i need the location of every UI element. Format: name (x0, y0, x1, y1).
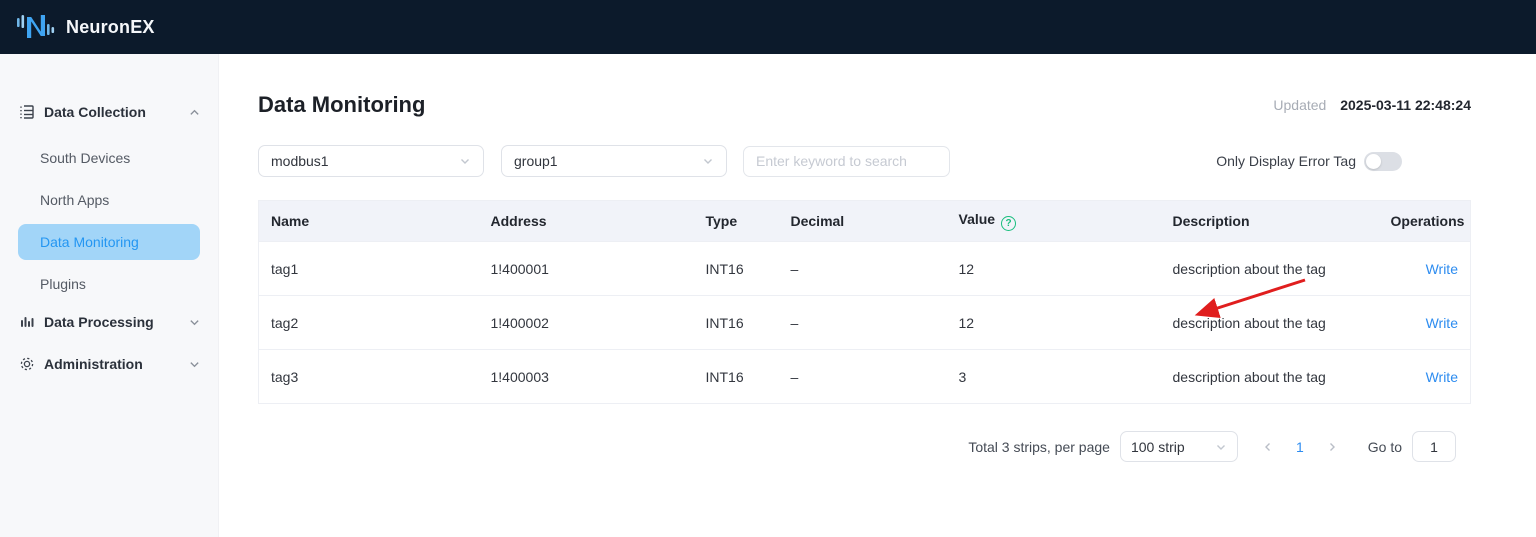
tag-type: INT16 (694, 350, 779, 404)
page-size-select[interactable]: 100 strip (1120, 431, 1238, 462)
tag-decimal: – (779, 296, 947, 350)
goto-label: Go to (1368, 439, 1402, 455)
sidebar-group-data-collection[interactable]: Data Collection (0, 98, 218, 126)
tag-description: description about the tag (1161, 242, 1379, 296)
node-select-value: modbus1 (271, 153, 329, 169)
node-select[interactable]: modbus1 (258, 145, 484, 177)
sidebar-group-label: Data Collection (44, 104, 189, 120)
prev-page-icon[interactable] (1262, 441, 1274, 453)
tag-address: 1!400003 (479, 350, 694, 404)
sidebar-item-data-monitoring[interactable]: Data Monitoring (18, 224, 200, 260)
error-tag-toggle[interactable] (1364, 152, 1402, 171)
toggle-knob (1366, 154, 1381, 169)
tag-value: 12 (947, 296, 1161, 350)
table-row: tag2 1!400002 INT16 – 12 description abo… (259, 296, 1471, 350)
brand-name: NeuronEX (66, 17, 155, 38)
tag-name: tag3 (259, 350, 479, 404)
table-header-row: Name Address Type Decimal Value? Descrip… (259, 201, 1471, 242)
tag-address: 1!400002 (479, 296, 694, 350)
tag-value: 3 (947, 350, 1161, 404)
table-row: tag1 1!400001 INT16 – 12 description abo… (259, 242, 1471, 296)
chevron-down-icon (459, 155, 471, 167)
sidebar-item-plugins[interactable]: Plugins (18, 266, 200, 302)
sidebar-group-administration[interactable]: Administration (0, 350, 218, 378)
table-row: tag3 1!400003 INT16 – 3 description abou… (259, 350, 1471, 404)
tag-address: 1!400001 (479, 242, 694, 296)
write-button[interactable]: Write (1426, 315, 1458, 331)
tag-type: INT16 (694, 242, 779, 296)
col-address: Address (479, 201, 694, 242)
tag-description: description about the tag (1161, 350, 1379, 404)
chevron-down-icon (189, 359, 200, 370)
sidebar: Data Collection South Devices North Apps… (0, 54, 219, 537)
sidebar-group-data-processing[interactable]: Data Processing (0, 308, 218, 336)
chevron-down-icon (189, 317, 200, 328)
tag-type: INT16 (694, 296, 779, 350)
next-page-icon[interactable] (1326, 441, 1338, 453)
sidebar-group-label: Administration (44, 356, 189, 372)
col-name: Name (259, 201, 479, 242)
question-circle-icon[interactable]: ? (1001, 216, 1016, 231)
main-content: Data Monitoring Updated 2025-03-11 22:48… (219, 54, 1536, 537)
brand[interactable]: NeuronEX (16, 11, 155, 43)
pagination: Total 3 strips, per page 100 strip 1 Go … (258, 431, 1470, 462)
sidebar-item-north-apps[interactable]: North Apps (18, 182, 200, 218)
goto-page-input[interactable] (1412, 431, 1456, 462)
tag-value: 12 (947, 242, 1161, 296)
updated-label: Updated (1273, 97, 1326, 113)
group-select-value: group1 (514, 153, 558, 169)
page-number[interactable]: 1 (1296, 439, 1304, 455)
col-type: Type (694, 201, 779, 242)
chevron-up-icon (189, 107, 200, 118)
tag-name: tag1 (259, 242, 479, 296)
gear-icon (18, 356, 35, 373)
write-button[interactable]: Write (1426, 369, 1458, 385)
page-size-value: 100 strip (1131, 439, 1185, 455)
col-description: Description (1161, 201, 1379, 242)
chevron-down-icon (1215, 441, 1227, 453)
col-value: Value? (947, 201, 1161, 242)
write-button[interactable]: Write (1426, 261, 1458, 277)
tag-name: tag2 (259, 296, 479, 350)
tag-decimal: – (779, 350, 947, 404)
sidebar-item-south-devices[interactable]: South Devices (18, 140, 200, 176)
tags-table: Name Address Type Decimal Value? Descrip… (258, 200, 1471, 404)
filter-bar: modbus1 group1 Only Display Error Tag (258, 145, 1471, 177)
page-title: Data Monitoring (258, 92, 425, 118)
tag-decimal: – (779, 242, 947, 296)
bars-icon (18, 314, 35, 331)
grid-icon (18, 104, 35, 121)
col-operations: Operations (1379, 201, 1471, 242)
error-toggle-label: Only Display Error Tag (1216, 153, 1356, 169)
app-header: NeuronEX (0, 0, 1536, 54)
pagination-total: Total 3 strips, per page (968, 439, 1110, 455)
neuronex-logo-icon (16, 11, 56, 43)
updated-info: Updated 2025-03-11 22:48:24 (1273, 97, 1471, 113)
updated-timestamp: 2025-03-11 22:48:24 (1340, 97, 1471, 113)
tag-description: description about the tag (1161, 296, 1379, 350)
col-decimal: Decimal (779, 201, 947, 242)
group-select[interactable]: group1 (501, 145, 727, 177)
sidebar-group-label: Data Processing (44, 314, 189, 330)
search-input[interactable] (743, 146, 950, 177)
chevron-down-icon (702, 155, 714, 167)
